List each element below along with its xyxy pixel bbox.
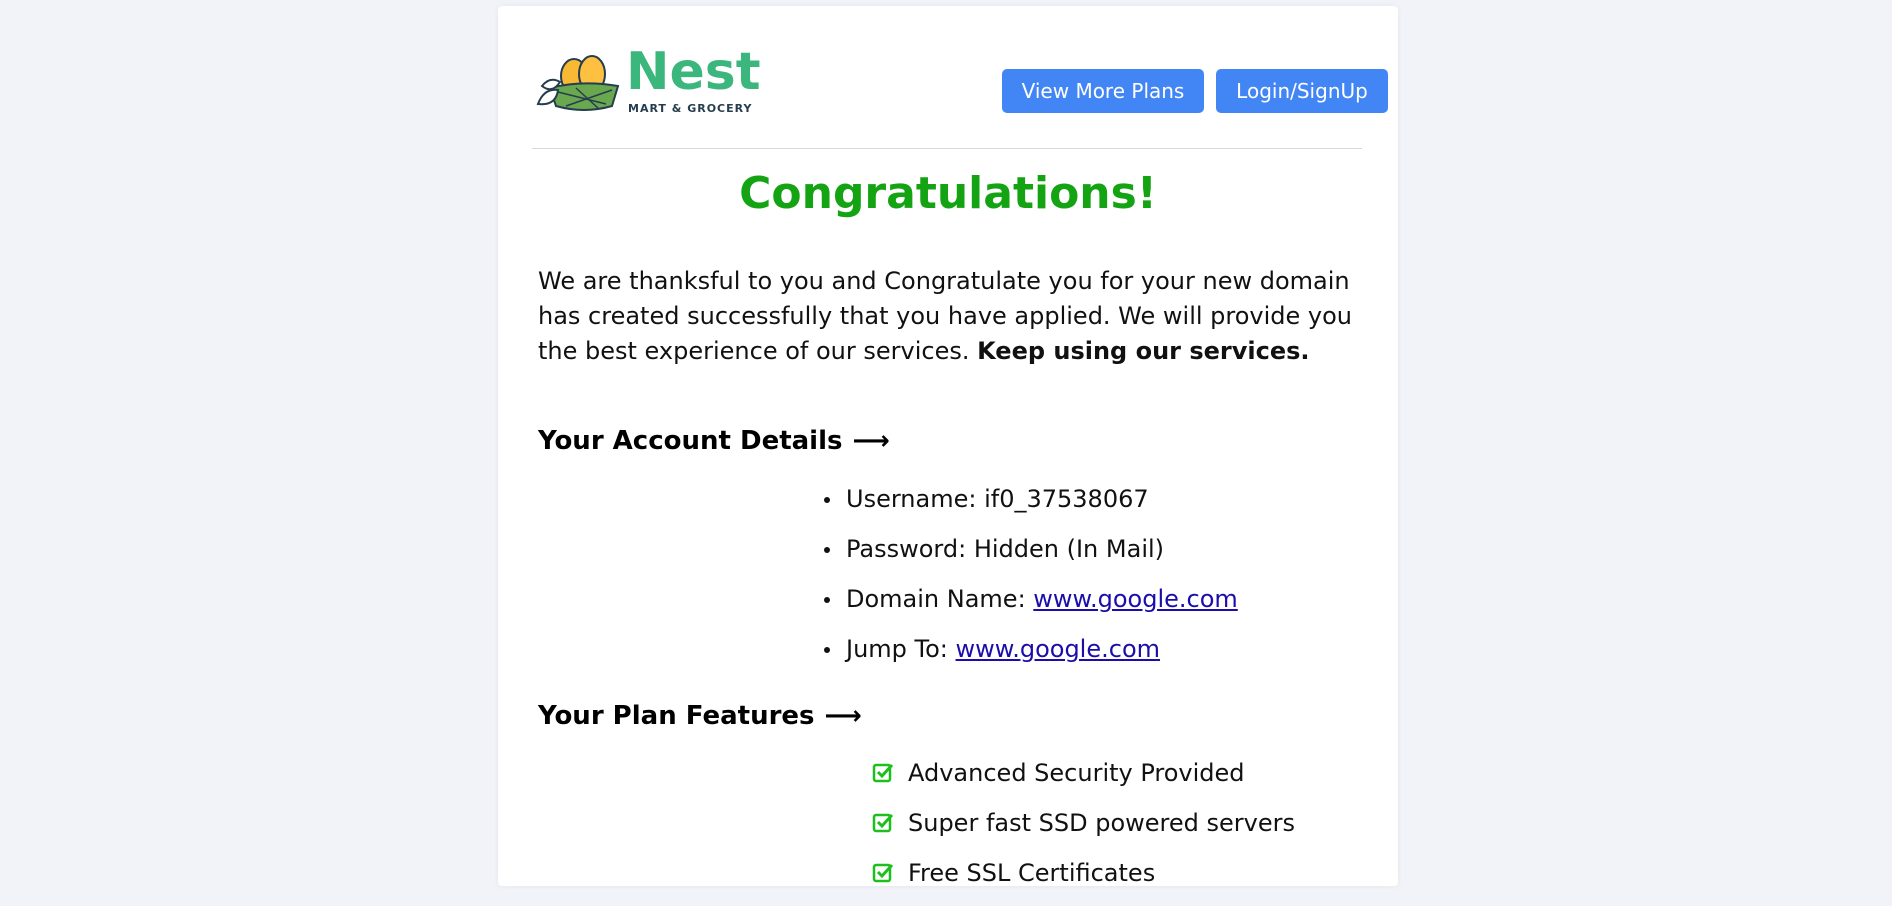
check-square-icon: [872, 763, 894, 783]
plan-features-heading: Your Plan Features ⟶: [538, 701, 862, 731]
account-details-list: Username: if0_37538067 Password: Hidden …: [824, 482, 1238, 682]
username-label: Username:: [846, 485, 977, 513]
list-item-username: Username: if0_37538067: [824, 482, 1238, 532]
nest-logo-icon: [536, 55, 620, 111]
header: Nest MART & GROCERY View More Plans Logi…: [532, 42, 1388, 149]
account-details-heading: Your Account Details ⟶: [538, 426, 890, 456]
arrow-right-icon: ⟶: [852, 426, 890, 456]
feature-label: Free SSL Certificates: [908, 859, 1156, 887]
list-item-jump-to: Jump To: www.google.com: [824, 632, 1238, 682]
list-item-password: Password: Hidden (In Mail): [824, 532, 1238, 582]
domain-link[interactable]: www.google.com: [1033, 585, 1237, 613]
jump-to-link[interactable]: www.google.com: [956, 635, 1160, 663]
feature-label: Advanced Security Provided: [908, 759, 1245, 787]
password-value: Hidden (In Mail): [973, 535, 1165, 563]
feature-item: Advanced Security Provided: [872, 756, 1295, 806]
username-value: if0_37538067: [984, 485, 1149, 513]
view-more-plans-button[interactable]: View More Plans: [1002, 69, 1204, 113]
email-card: Nest MART & GROCERY View More Plans Logi…: [498, 6, 1398, 887]
feature-item: Free SSL Certificates: [872, 856, 1295, 906]
page-title: Congratulations!: [739, 168, 1157, 219]
list-item-domain: Domain Name: www.google.com: [824, 582, 1238, 632]
check-square-icon: [872, 813, 894, 833]
intro-text: We are thanksful to you and Congratulate…: [538, 264, 1358, 369]
password-label: Password:: [846, 535, 967, 563]
arrow-right-icon: ⟶: [824, 701, 862, 731]
plan-heading-label: Your Plan Features: [538, 701, 815, 731]
login-signup-button[interactable]: Login/SignUp: [1216, 69, 1388, 113]
check-square-icon: [872, 863, 894, 883]
intro-emphasis: Keep using our services.: [977, 337, 1310, 365]
feature-label: Super fast SSD powered servers: [908, 809, 1295, 837]
logo-name: Nest: [626, 42, 761, 102]
plan-features-list: Advanced Security Provided Super fast SS…: [872, 756, 1295, 906]
logo-tagline: MART & GROCERY: [628, 102, 753, 115]
brand-logo[interactable]: Nest MART & GROCERY: [536, 42, 766, 118]
feature-item: Super fast SSD powered servers: [872, 806, 1295, 856]
account-heading-label: Your Account Details: [538, 426, 843, 456]
jump-to-label: Jump To:: [846, 635, 948, 663]
domain-label: Domain Name:: [846, 585, 1026, 613]
